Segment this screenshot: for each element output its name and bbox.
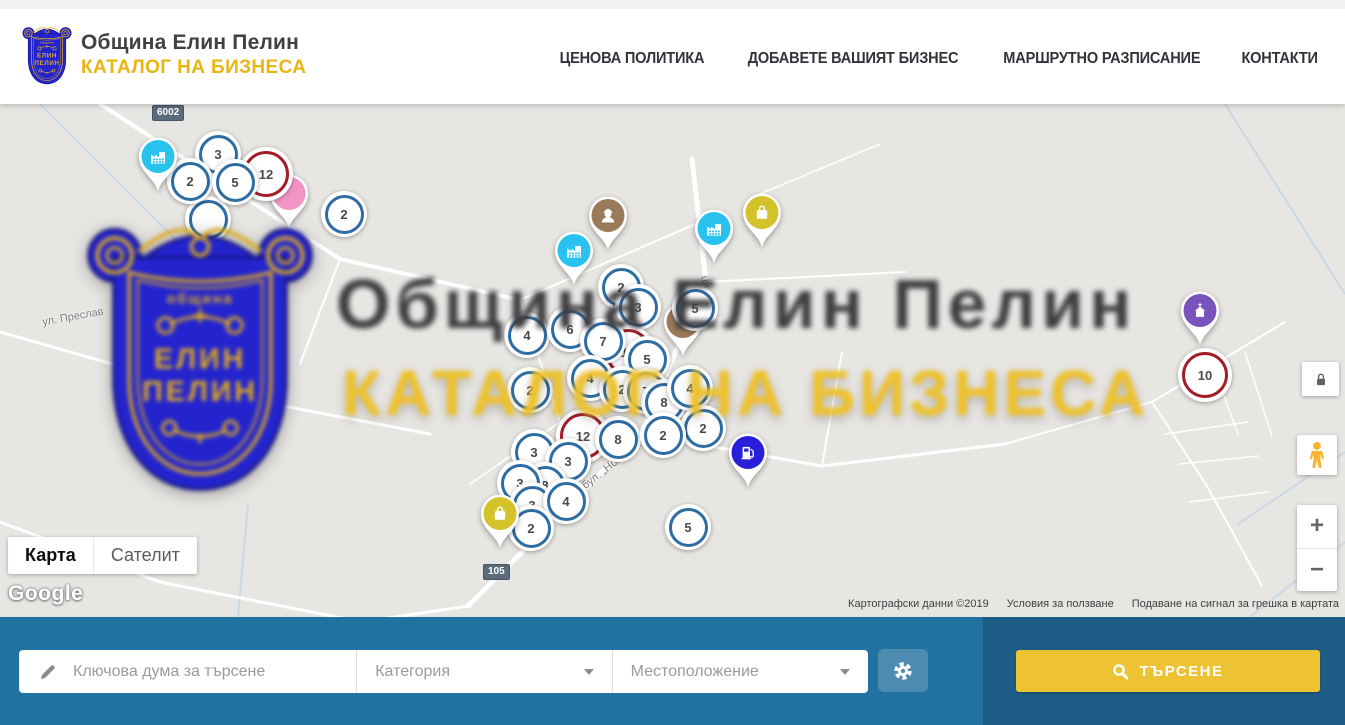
pegman-icon xyxy=(1306,441,1328,469)
gear-icon xyxy=(891,659,915,683)
category-select[interactable]: Категория xyxy=(356,650,611,693)
terms-link[interactable]: Условия за ползване xyxy=(1007,598,1114,610)
zoom-out-button[interactable]: − xyxy=(1297,549,1337,592)
map-type-control: Карта Сателит xyxy=(8,537,197,574)
advanced-settings-button[interactable] xyxy=(878,649,928,692)
report-error-link[interactable]: Подаване на сигнал за грешка в картата xyxy=(1132,598,1339,610)
bag-pin[interactable] xyxy=(474,488,526,555)
map-attribution: Картографски данни ©2019 Условия за полз… xyxy=(848,598,1339,610)
cluster-marker[interactable]: 2 xyxy=(507,367,553,413)
road-badge: 6002 xyxy=(152,105,184,121)
map-canvas[interactable]: ул. Преславбул. „Новоселци6002105 321252… xyxy=(0,104,1345,617)
zoom-control: + − xyxy=(1297,505,1337,591)
brand-subtitle: КАТАЛОГ НА БИЗНЕСА xyxy=(81,57,306,79)
location-select-value: Местоположение xyxy=(631,663,840,681)
search-icon xyxy=(1112,663,1129,680)
chevron-down-icon xyxy=(584,669,594,675)
factory-pin[interactable] xyxy=(548,225,600,292)
keyword-input[interactable] xyxy=(71,662,325,682)
road-badge: 105 xyxy=(483,564,510,580)
chevron-down-icon xyxy=(840,669,850,675)
cluster-marker[interactable]: 2 xyxy=(680,405,726,451)
zoom-in-button[interactable]: + xyxy=(1297,505,1337,549)
brand-title: Община Елин Пелин xyxy=(81,31,306,55)
map-type-satellite-button[interactable]: Сателит xyxy=(93,537,197,574)
fuel-pin[interactable] xyxy=(722,427,774,494)
map-data-notice: Картографски данни ©2019 xyxy=(848,598,989,610)
cluster-marker[interactable]: 4 xyxy=(504,312,550,358)
nav-pricing[interactable]: ЦЕНОВА ПОЛИТИКА xyxy=(560,50,705,68)
cluster-marker[interactable]: 5 xyxy=(665,504,711,550)
nav-route-schedule[interactable]: МАРШРУТНО РАЗПИСАНИЕ xyxy=(1003,50,1200,68)
bag-pin[interactable] xyxy=(736,187,788,254)
factory-pin[interactable] xyxy=(688,203,740,270)
municipality-crest-icon xyxy=(22,24,72,86)
factory-pin[interactable] xyxy=(132,131,184,198)
search-button[interactable]: ТЪРСЕНЕ xyxy=(1016,650,1320,692)
cluster-marker[interactable]: 2 xyxy=(321,191,367,237)
church-pin[interactable] xyxy=(1174,285,1226,352)
pencil-icon xyxy=(38,662,58,682)
cluster-marker[interactable]: 5 xyxy=(212,159,258,205)
search-bar: Категория Местоположение ТЪРСЕНЕ xyxy=(0,617,1345,725)
filter-bar: Категория Местоположение xyxy=(19,650,868,693)
main-nav: ЦЕНОВА ПОЛИТИКА ДОБАВЕТЕ ВАШИЯТ БИЗНЕС М… xyxy=(555,50,1320,68)
pegman-button[interactable] xyxy=(1297,435,1337,475)
keyword-field-wrap xyxy=(19,650,356,693)
top-strip xyxy=(0,0,1345,9)
location-select[interactable]: Местоположение xyxy=(612,650,868,693)
lock-button[interactable] xyxy=(1302,362,1339,396)
cluster-marker[interactable]: 4 xyxy=(667,365,713,411)
google-logo[interactable]: Google xyxy=(8,582,83,606)
cluster-marker[interactable]: 3 xyxy=(615,284,661,330)
cluster-marker[interactable]: 2 xyxy=(640,412,686,458)
category-select-value: Категория xyxy=(375,663,583,681)
brand-logo[interactable]: Община Елин Пелин КАТАЛОГ НА БИЗНЕСА xyxy=(22,24,306,86)
header: Община Елин Пелин КАТАЛОГ НА БИЗНЕСА ЦЕН… xyxy=(0,0,1345,104)
map-type-map-button[interactable]: Карта xyxy=(8,537,93,574)
search-button-label: ТЪРСЕНЕ xyxy=(1139,663,1223,680)
lock-icon xyxy=(1313,371,1329,388)
cluster-marker[interactable]: 8 xyxy=(595,416,641,462)
cluster-marker[interactable]: 5 xyxy=(672,285,718,331)
nav-add-business[interactable]: ДОБАВЕТЕ ВАШИЯТ БИЗНЕС xyxy=(748,50,959,68)
page: община ЕЛИН ПЕЛИН Община Елин Пелин КАТА… xyxy=(0,0,1345,725)
nav-contacts[interactable]: КОНТАКТИ xyxy=(1241,50,1317,68)
cluster-marker[interactable]: 10 xyxy=(1178,348,1232,402)
